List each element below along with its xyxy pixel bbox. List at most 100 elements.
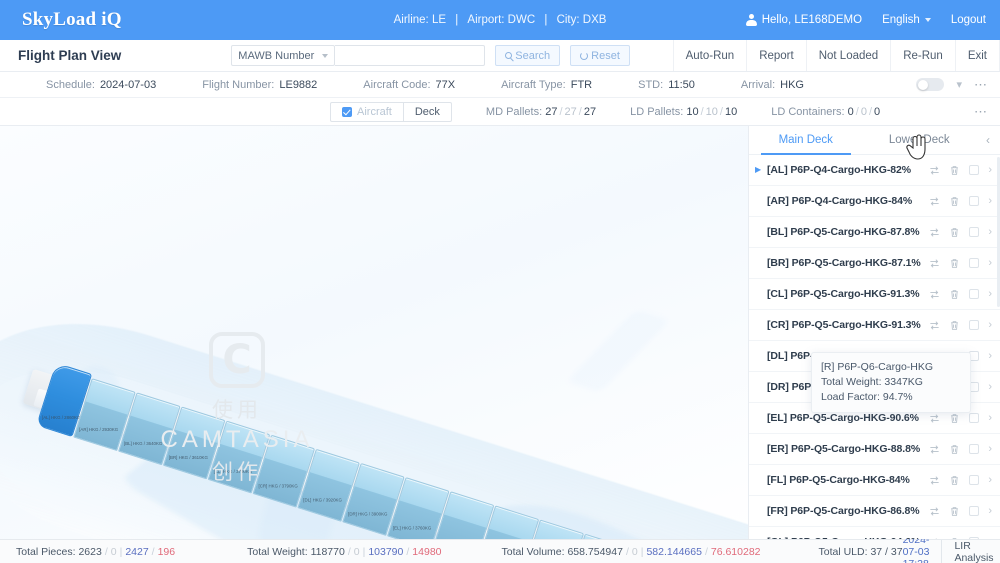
re-run-label: Re-Run — [903, 49, 943, 62]
swap-icon[interactable] — [929, 258, 940, 269]
delete-icon[interactable] — [949, 227, 960, 238]
chevron-right-icon[interactable]: › — [988, 536, 992, 539]
cargo-pallet-label: [EL] HKG / 3760KG — [392, 525, 432, 531]
uld-list-item[interactable]: [GL] P6P-Q5-Cargo-HKG-94.6% › — [749, 527, 1000, 539]
collapse-panel-button[interactable]: ‹ — [976, 133, 1000, 147]
app-root: SkyLoad iQ Airline: LE | Airport: DWC | … — [0, 0, 1000, 563]
uld-row-checkbox[interactable] — [969, 413, 980, 423]
aircraft-3d-viewport[interactable]: [AL] HKG / 2860KG [AR] HKG / 2930KG [BL] H… — [0, 126, 748, 539]
chevron-right-icon[interactable]: › — [988, 505, 992, 517]
auto-run-label: Auto-Run — [685, 49, 735, 62]
delete-icon[interactable] — [949, 475, 960, 486]
uld-row-checkbox[interactable] — [969, 258, 980, 268]
re-run-button[interactable]: Re-Run — [890, 40, 955, 71]
reset-button[interactable]: Reset — [570, 45, 630, 66]
uld-list-item[interactable]: [BL] P6P-Q5-Cargo-HKG-87.8% › — [749, 217, 1000, 248]
lir-analysis-button[interactable]: LIR Analysis — [941, 539, 994, 563]
separator-1: | — [455, 14, 459, 26]
delete-icon[interactable] — [949, 320, 960, 331]
uld-row-checkbox[interactable] — [969, 289, 980, 299]
logout-button[interactable]: Logout — [951, 14, 986, 26]
swap-icon[interactable] — [929, 320, 940, 331]
user-greeting[interactable]: Hello, LE168DEMO — [745, 14, 862, 26]
uld-row-checkbox[interactable] — [969, 227, 980, 237]
search-input[interactable] — [335, 45, 486, 66]
exit-button[interactable]: Exit — [954, 40, 1000, 71]
chevron-right-icon[interactable]: › — [988, 257, 992, 269]
uld-list-item[interactable]: [BR] P6P-Q5-Cargo-HKG-87.1% › — [749, 248, 1000, 279]
uld-row-checkbox[interactable] — [969, 165, 980, 175]
uld-list-item[interactable]: [CR] P6P-Q5-Cargo-HKG-91.3% › — [749, 310, 1000, 341]
delete-icon[interactable] — [949, 506, 960, 517]
meta-aircraft-type: Aircraft Type: FTR — [501, 79, 592, 91]
language-selector[interactable]: English — [882, 14, 931, 26]
delete-icon[interactable] — [949, 196, 960, 207]
meta-schedule-value: 2024-07-03 — [99, 78, 157, 91]
chevron-right-icon[interactable]: › — [988, 474, 992, 486]
status-total-pieces-blue: 2427 — [125, 545, 149, 558]
swap-icon[interactable] — [929, 506, 940, 517]
collapse-chevron-icon: ‹ — [986, 133, 990, 147]
cargo-pallet-label: [AR] HKG / 2930KG — [79, 426, 119, 432]
uld-list-item[interactable]: [CL] P6P-Q5-Cargo-HKG-91.3% › — [749, 279, 1000, 310]
chevron-right-icon[interactable]: › — [988, 412, 992, 424]
refresh-icon — [580, 51, 589, 60]
chevron-right-icon[interactable]: › — [988, 443, 992, 455]
view-mode-deck[interactable]: Deck — [403, 101, 452, 122]
chevron-right-icon[interactable]: › — [988, 195, 992, 207]
uld-row-checkbox[interactable] — [969, 196, 980, 206]
search-field-select[interactable]: MAWB Number — [231, 45, 336, 66]
not-loaded-button[interactable]: Not Loaded — [805, 40, 890, 71]
toolbar-actions: Auto-Run Report Not Loaded Re-Run Exit — [672, 40, 1000, 71]
swap-icon[interactable] — [929, 165, 940, 176]
swap-icon[interactable] — [929, 444, 940, 455]
swap-icon[interactable] — [929, 475, 940, 486]
view-mode-aircraft[interactable]: Aircraft — [330, 101, 404, 122]
chevron-right-icon[interactable]: › — [988, 226, 992, 238]
tab-lower-deck-label: Lower Deck — [888, 134, 950, 146]
tab-main-deck[interactable]: Main Deck — [749, 126, 863, 155]
delete-icon[interactable] — [949, 289, 960, 300]
chevron-down-icon[interactable]: ▾ — [956, 78, 962, 91]
swap-icon[interactable] — [929, 289, 940, 300]
chevron-right-icon[interactable]: › — [988, 350, 992, 362]
chevron-right-icon[interactable]: › — [988, 319, 992, 331]
swap-icon[interactable] — [929, 413, 940, 424]
deck-more-options-icon[interactable]: ⋯ — [974, 105, 988, 118]
delete-icon[interactable] — [949, 258, 960, 269]
chevron-right-icon[interactable]: › — [988, 164, 992, 176]
chevron-right-icon[interactable]: › — [988, 381, 992, 393]
view-mode-deck-label: Deck — [414, 105, 440, 118]
uld-row-checkbox[interactable] — [969, 506, 980, 516]
auto-run-button[interactable]: Auto-Run — [672, 40, 747, 71]
chevron-right-icon[interactable]: › — [988, 288, 992, 300]
swap-icon[interactable] — [929, 537, 940, 540]
tooltip-title: [R] P6P-Q6-Cargo-HKG — [821, 361, 934, 373]
uld-row-list[interactable]: ▶ [AL] P6P-Q4-Cargo-HKG-82% › [AR] P6P-Q4-C… — [749, 155, 1000, 539]
uld-row-checkbox[interactable] — [969, 320, 980, 330]
search-button[interactable]: Search — [495, 45, 561, 66]
uld-row-checkbox[interactable] — [969, 444, 980, 454]
uld-list-item[interactable]: [AR] P6P-Q4-Cargo-HKG-84% › — [749, 186, 1000, 217]
counter-ld-pallets-v3: 10 — [724, 105, 738, 118]
meta-toggle-switch[interactable] — [916, 78, 945, 91]
flight-meta-row: Schedule: 2024-07-03 Flight Number: LE9882… — [0, 72, 1000, 98]
report-button[interactable]: Report — [746, 40, 806, 71]
delete-icon[interactable] — [949, 537, 960, 540]
swap-icon[interactable] — [929, 196, 940, 207]
uld-list-item[interactable]: ▶ [AL] P6P-Q4-Cargo-HKG-82% › — [749, 155, 1000, 186]
uld-row-checkbox[interactable] — [969, 537, 980, 539]
uld-list-item[interactable]: [FL] P6P-Q5-Cargo-HKG-84% › — [749, 465, 1000, 496]
swap-icon[interactable] — [929, 227, 940, 238]
more-options-icon[interactable]: ⋯ — [974, 78, 988, 91]
chevron-down-icon — [924, 18, 931, 22]
meta-arrival: Arrival: HKG — [741, 79, 804, 91]
uld-list-item[interactable]: [ER] P6P-Q5-Cargo-HKG-88.8% › — [749, 434, 1000, 465]
uld-row-checkbox[interactable] — [969, 475, 980, 485]
delete-icon[interactable] — [949, 444, 960, 455]
meta-arrival-label: Arrival: — [740, 78, 776, 91]
delete-icon[interactable] — [949, 413, 960, 424]
delete-icon[interactable] — [949, 165, 960, 176]
uld-list-item[interactable]: [FR] P6P-Q5-Cargo-HKG-86.8% › — [749, 496, 1000, 527]
tab-lower-deck[interactable]: Lower Deck — [863, 126, 977, 160]
